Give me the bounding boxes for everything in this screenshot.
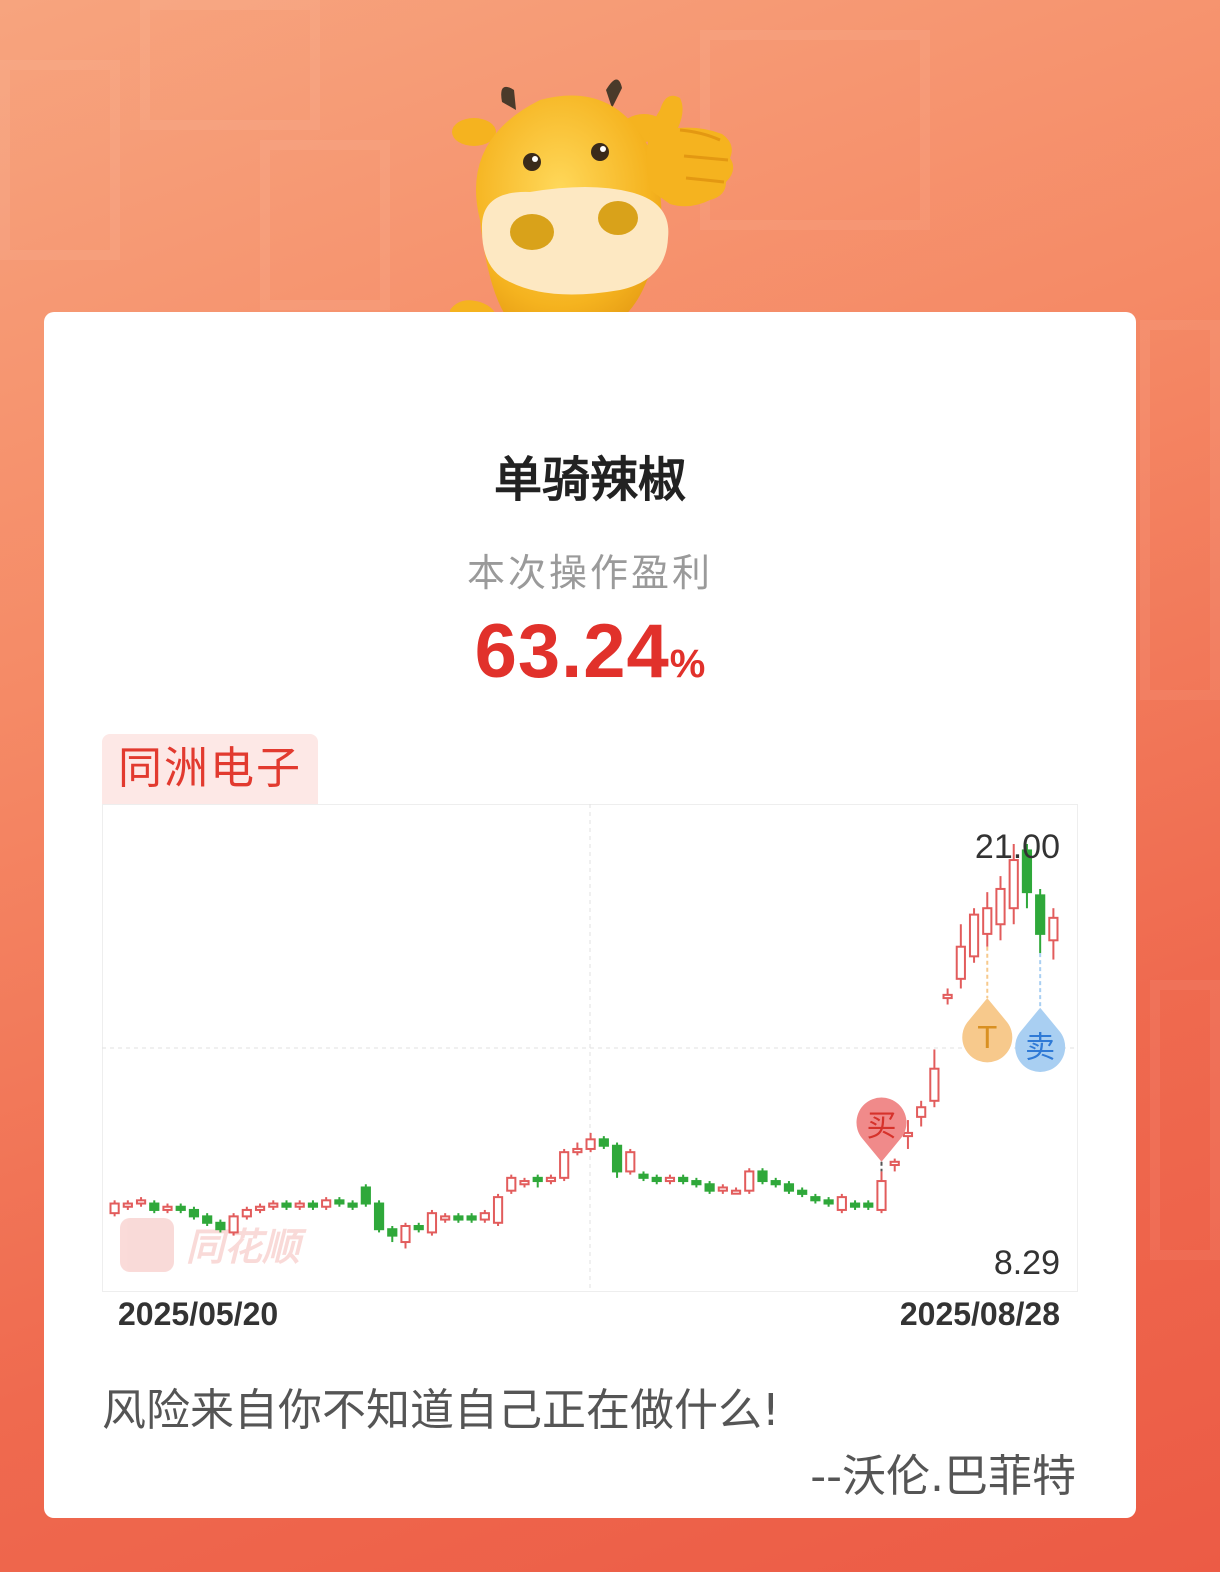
candle-up: [440, 1215, 451, 1221]
quote-text: 风险来自你不知道自己正在做什么!: [102, 1385, 780, 1436]
candle-up: [122, 1202, 133, 1208]
candle-up: [625, 1151, 636, 1173]
candle-up: [889, 1160, 900, 1167]
candle-up: [902, 1131, 914, 1138]
candle-down: [188, 1208, 200, 1218]
candle-up: [519, 1180, 530, 1186]
y-min-label: 8.29: [994, 1244, 1060, 1282]
candle-up: [400, 1224, 411, 1244]
candle-down: [823, 1199, 834, 1205]
watermark-logo: 同花顺: [120, 1218, 307, 1272]
candle-down: [770, 1180, 781, 1186]
candle-down: [611, 1144, 623, 1173]
candle-down: [307, 1202, 319, 1208]
kline-chart-svg: 同花顺 买 T 卖 21.00 8.29: [102, 804, 1078, 1292]
x-end-date: 2025/08/28: [899, 1296, 1060, 1332]
profit-value: 63.24%: [44, 608, 1136, 695]
user-name: 单骑辣椒: [493, 452, 686, 508]
profit-number: 63.24: [474, 609, 670, 694]
candle-up: [717, 1186, 728, 1192]
marker-label-sell: 卖: [1025, 1031, 1055, 1066]
candle-down: [387, 1228, 398, 1237]
candle-down: [704, 1183, 715, 1192]
candle-up: [492, 1196, 504, 1224]
candle-up: [1008, 859, 1019, 910]
candle-down: [149, 1202, 160, 1211]
candle-down: [598, 1138, 609, 1147]
candle-up: [744, 1170, 755, 1192]
candle-down: [810, 1196, 821, 1202]
candle-up: [730, 1189, 742, 1195]
background-decoration: [260, 140, 390, 310]
candle-up: [968, 913, 980, 958]
candle-down: [797, 1189, 808, 1195]
candle-down: [651, 1176, 662, 1183]
candle-down: [1035, 894, 1046, 935]
candle-down: [849, 1202, 861, 1208]
candle-down: [281, 1202, 292, 1208]
candle-up: [929, 1067, 940, 1102]
candle-up: [942, 993, 953, 1000]
candle-down: [466, 1215, 477, 1221]
candle-down: [360, 1186, 371, 1205]
marker-label-buy: 买: [867, 1109, 897, 1144]
background-decoration: [1140, 320, 1220, 700]
candle-down: [347, 1202, 358, 1208]
candle-up: [585, 1138, 596, 1150]
candle-down: [863, 1202, 874, 1208]
candle-down: [413, 1224, 424, 1231]
candle-down: [757, 1170, 768, 1183]
candle-up: [294, 1202, 305, 1208]
candle-up: [995, 887, 1006, 926]
candle-down: [638, 1173, 649, 1179]
candle-up: [664, 1176, 676, 1183]
candle-down: [691, 1180, 702, 1186]
candle-up: [109, 1202, 120, 1215]
candle-up: [545, 1176, 557, 1183]
candle-down: [783, 1183, 795, 1192]
candle-up: [254, 1205, 266, 1211]
candle-up: [162, 1205, 173, 1211]
x-start-date: 2025/05/20: [118, 1296, 279, 1332]
candle-up: [982, 907, 993, 935]
candle-up: [836, 1196, 847, 1211]
candle-up: [321, 1199, 332, 1208]
quote-author: --沃伦.巴菲特: [810, 1451, 1076, 1502]
candle-up: [241, 1208, 252, 1218]
candle-up: [135, 1199, 147, 1205]
candle-down: [373, 1202, 385, 1231]
watermark-text: 同花顺: [186, 1225, 307, 1269]
profit-card: 单骑辣椒 本次操作盈利 63.24% 同洲电子 同花顺 买 T卖 21.00 8.…: [44, 312, 1136, 1518]
candle-up: [876, 1180, 887, 1211]
background-decoration: [1150, 980, 1220, 1260]
candle-up: [506, 1176, 517, 1192]
background-decoration: [0, 60, 120, 260]
candle-up: [559, 1151, 570, 1179]
stock-name-tag: 同洲电子: [102, 734, 318, 804]
candle-up: [916, 1106, 927, 1118]
candle-down: [202, 1215, 213, 1224]
candle-up: [479, 1212, 490, 1221]
candle-down: [453, 1215, 464, 1221]
candle-up: [426, 1212, 438, 1234]
candle-down: [334, 1199, 345, 1205]
y-max-label: 21.00: [975, 828, 1060, 866]
candle-up: [1048, 916, 1059, 942]
candle-down: [175, 1205, 186, 1211]
candle-down: [215, 1221, 226, 1231]
candle-up: [955, 945, 966, 980]
candle-up: [228, 1215, 239, 1234]
profit-label: 本次操作盈利: [466, 551, 713, 595]
profit-percent-sign: %: [669, 642, 706, 686]
candle-down: [532, 1176, 543, 1183]
marker-label-t: T: [977, 1021, 997, 1056]
candle-up: [268, 1202, 279, 1208]
candle-down: [678, 1176, 689, 1183]
kline-chart: 同花顺 买 T卖 21.00 8.29: [102, 804, 1078, 1292]
candle-up: [572, 1147, 583, 1154]
background-decoration: [140, 0, 320, 130]
